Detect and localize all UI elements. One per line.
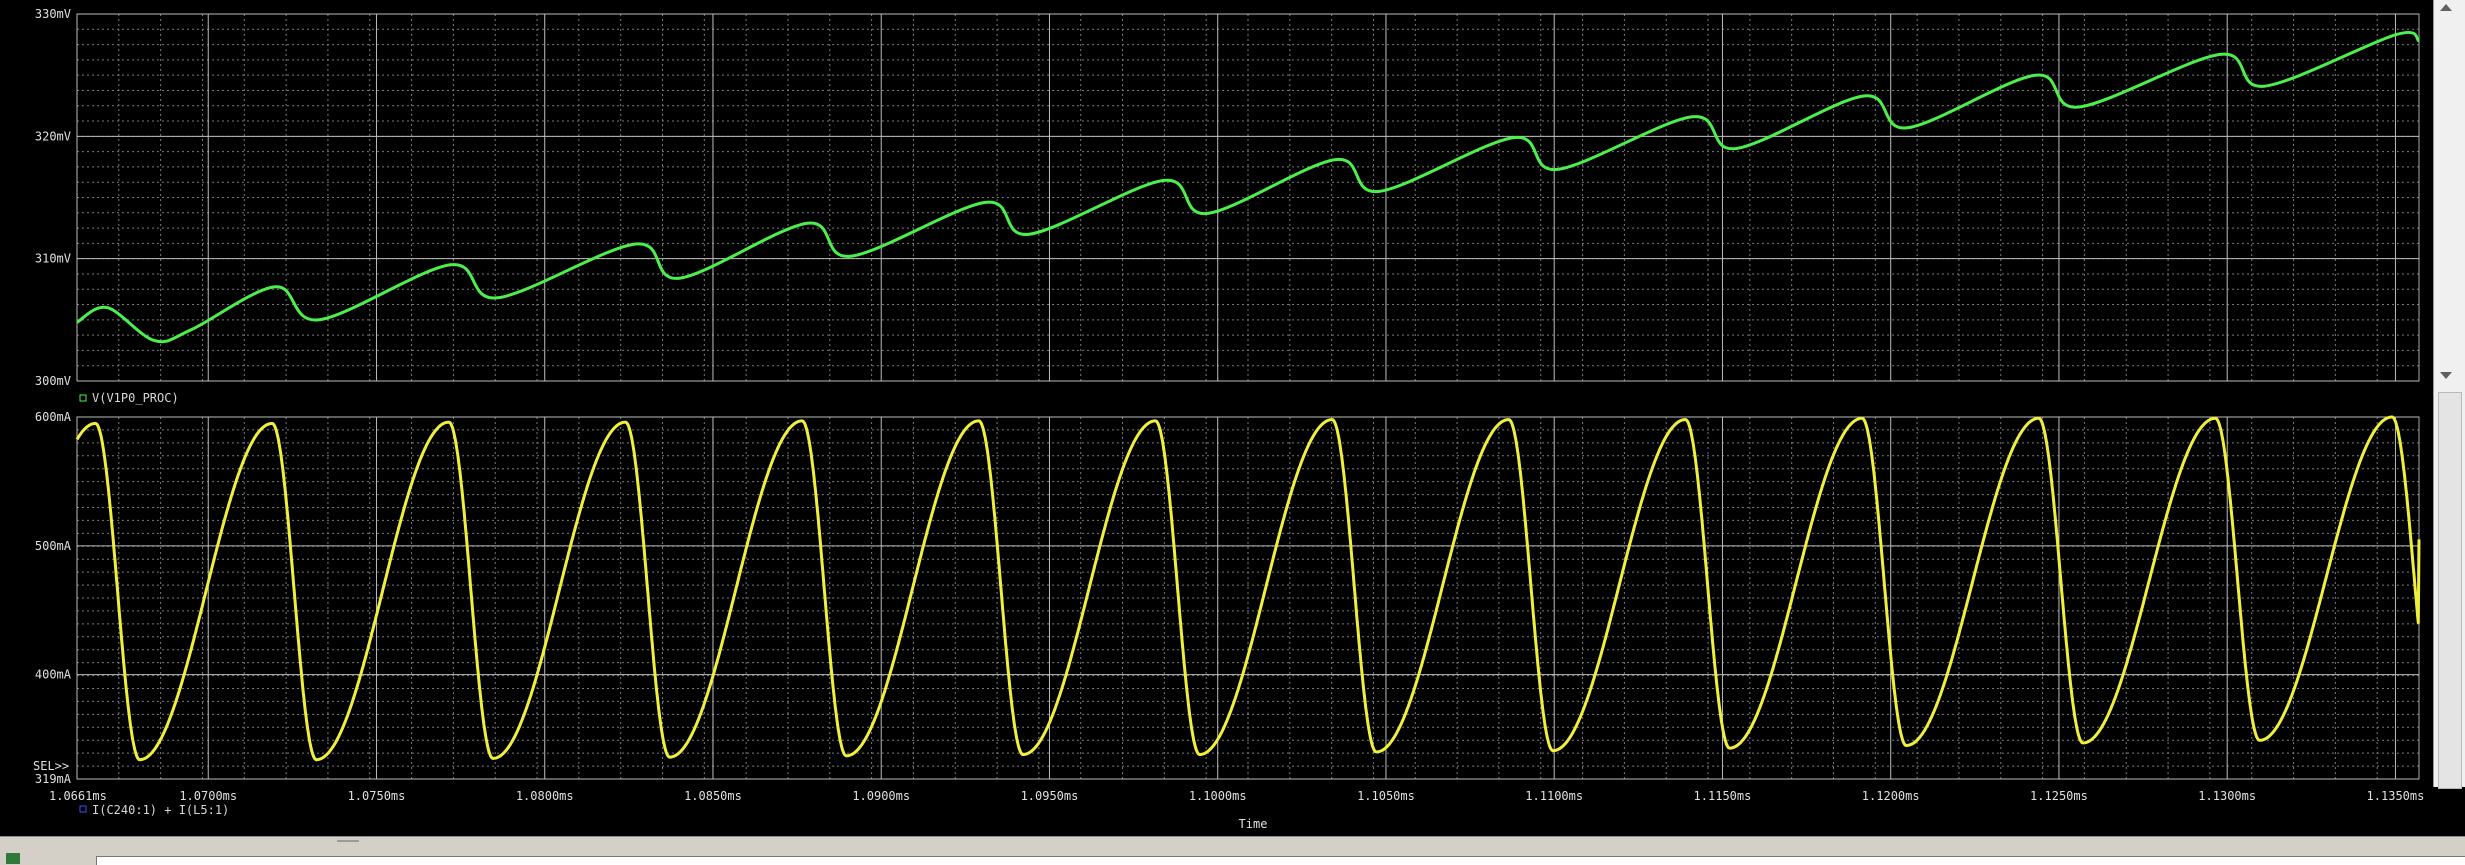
horizontal-scroll-thumb[interactable] — [337, 840, 359, 842]
x-tick-label: 1.0700ms — [179, 789, 237, 803]
legend-marker-green — [79, 394, 87, 402]
x-tick-label: 1.0900ms — [852, 789, 910, 803]
x-tick-label: 1.1250ms — [2030, 789, 2088, 803]
x-axis-label: Time — [1239, 817, 1268, 831]
selection-marker-label: SEL>> — [33, 759, 69, 773]
scroll-down-arrow-icon[interactable] — [2440, 372, 2452, 379]
status-corner-icon — [6, 853, 20, 864]
x-tick-label: 1.0661ms — [49, 789, 107, 803]
y-tick-label: 330mV — [35, 7, 71, 21]
x-tick-label: 1.1000ms — [1189, 789, 1247, 803]
vertical-scrollbar[interactable] — [2433, 0, 2465, 789]
y-tick-label: 500mA — [35, 539, 72, 553]
y-tick-label: 319mA — [35, 772, 72, 786]
lower-plot-grid — [76, 416, 2420, 780]
scroll-up-arrow-icon[interactable] — [2440, 4, 2452, 11]
y-tick-label: 300mV — [35, 374, 71, 388]
legend-label-current-sum: I(C240:1) + I(L5:1) — [92, 803, 229, 817]
legend-label-v1p0-proc: V(V1P0_PROC) — [92, 391, 179, 405]
x-tick-label: 1.1050ms — [1357, 789, 1415, 803]
x-tick-label: 1.0750ms — [348, 789, 406, 803]
x-tick-label: 1.1200ms — [1862, 789, 1920, 803]
x-tick-label: 1.1100ms — [1525, 789, 1583, 803]
y-tick-label: 320mV — [35, 129, 71, 143]
plot-canvas: 300mV 310mV 320mV 330mV 319mA 400mA 500mA 600mA… — [33, 7, 2425, 831]
legend-marker-blue — [79, 805, 87, 813]
y-tick-label: 310mV — [35, 252, 71, 266]
x-tick-label: 1.1300ms — [2198, 789, 2256, 803]
x-tick-label: 1.1350ms — [2367, 789, 2425, 803]
y-tick-label: 600mA — [35, 410, 72, 424]
simulation-plot-window: 300mV 310mV 320mV 330mV 319mA 400mA 500mA 600mA… — [0, 0, 2465, 864]
x-tick-label: 1.0800ms — [516, 789, 574, 803]
y-tick-label: 400mA — [35, 668, 72, 682]
x-tick-label: 1.1150ms — [1694, 789, 1752, 803]
x-tick-label: 1.0950ms — [1021, 789, 1079, 803]
scroll-thumb[interactable] — [2438, 392, 2462, 789]
x-tick-label: 1.0850ms — [684, 789, 742, 803]
